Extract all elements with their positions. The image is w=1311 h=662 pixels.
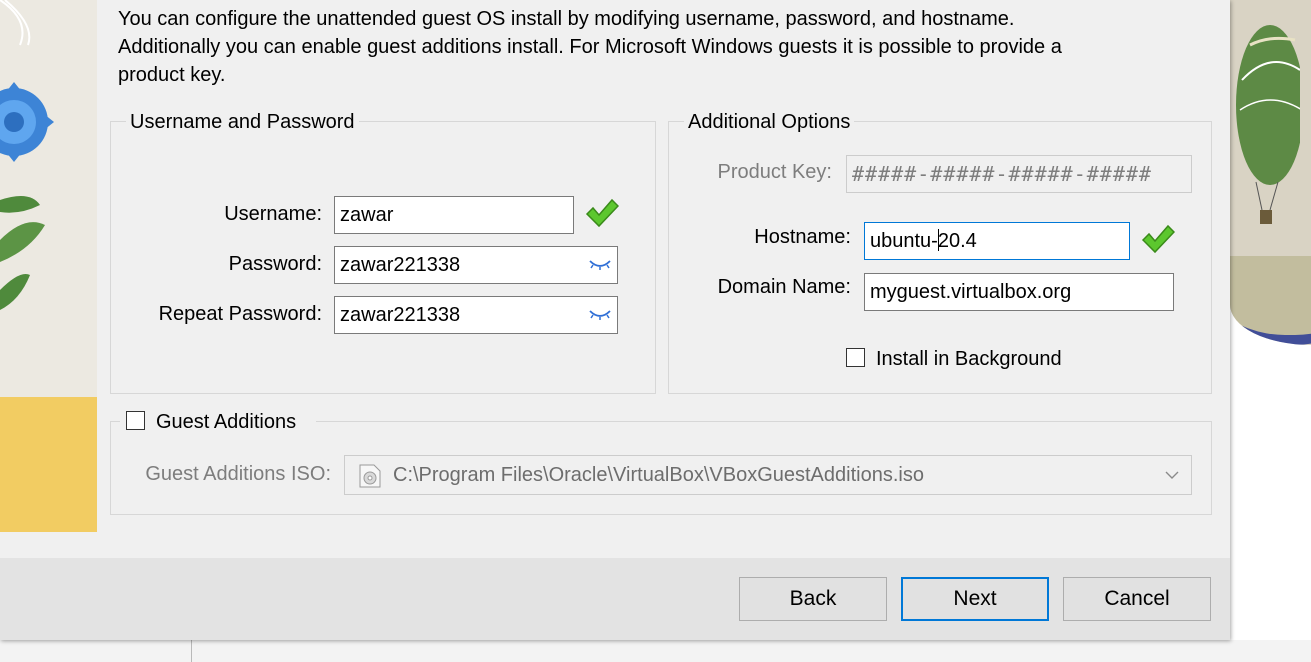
flower-decoration-icon (0, 0, 54, 310)
balloon-illustration (1236, 25, 1300, 224)
username-label: Username: (224, 203, 322, 225)
password-label: Password: (228, 253, 322, 275)
install-background-label[interactable]: Install in Background (876, 347, 1062, 371)
username-password-group-title: Username and Password (126, 110, 359, 134)
cancel-button[interactable]: Cancel (1063, 577, 1211, 621)
username-field[interactable]: zawar (334, 196, 574, 234)
repeat-password-show-toggle-icon[interactable] (588, 308, 612, 322)
next-button[interactable]: Next (901, 577, 1049, 621)
wizard-watermark-image (0, 0, 97, 532)
additional-options-group-title: Additional Options (684, 110, 855, 134)
domain-name-field[interactable]: myguest.virtualbox.org (864, 273, 1174, 311)
back-button[interactable]: Back (739, 577, 887, 621)
guest-additions-iso-label: Guest Additions ISO: (145, 463, 331, 485)
guest-additions-iso-select: C:\Program Files\Oracle\VirtualBox\VBoxG… (344, 455, 1192, 495)
hostname-field[interactable]: ubuntu-20.4 (864, 222, 1130, 260)
hostname-valid-check-icon (1141, 224, 1175, 254)
repeat-password-field[interactable]: zawar221338 (334, 296, 618, 334)
hostname-text-before-caret: ubuntu- (870, 230, 938, 252)
repeat-password-label: Repeat Password: (158, 303, 322, 325)
hostname-text-after-caret: 20.4 (937, 230, 977, 252)
username-valid-check-icon (585, 198, 619, 228)
password-field[interactable]: zawar221338 (334, 246, 618, 284)
background-divider (191, 640, 192, 662)
disc-image-icon (359, 464, 381, 488)
unattended-install-dialog: You can configure the unattended guest O… (0, 0, 1230, 640)
product-key-field: #####-#####-#####-##### (846, 155, 1192, 193)
domain-name-label: Domain Name: (717, 276, 851, 298)
guest-additions-iso-path: C:\Program Files\Oracle\VirtualBox\VBoxG… (393, 464, 924, 486)
background-taskbar-area (0, 640, 1311, 662)
chevron-down-icon (1165, 471, 1179, 479)
hostname-label: Hostname: (754, 226, 851, 248)
guest-additions-checkbox[interactable] (126, 411, 145, 430)
password-show-toggle-icon[interactable] (588, 258, 612, 272)
wizard-description: You can configure the unattended guest O… (118, 8, 1062, 86)
guest-additions-label[interactable]: Guest Additions (156, 410, 296, 434)
install-background-checkbox[interactable] (846, 348, 865, 367)
product-key-label: Product Key: (717, 161, 832, 183)
